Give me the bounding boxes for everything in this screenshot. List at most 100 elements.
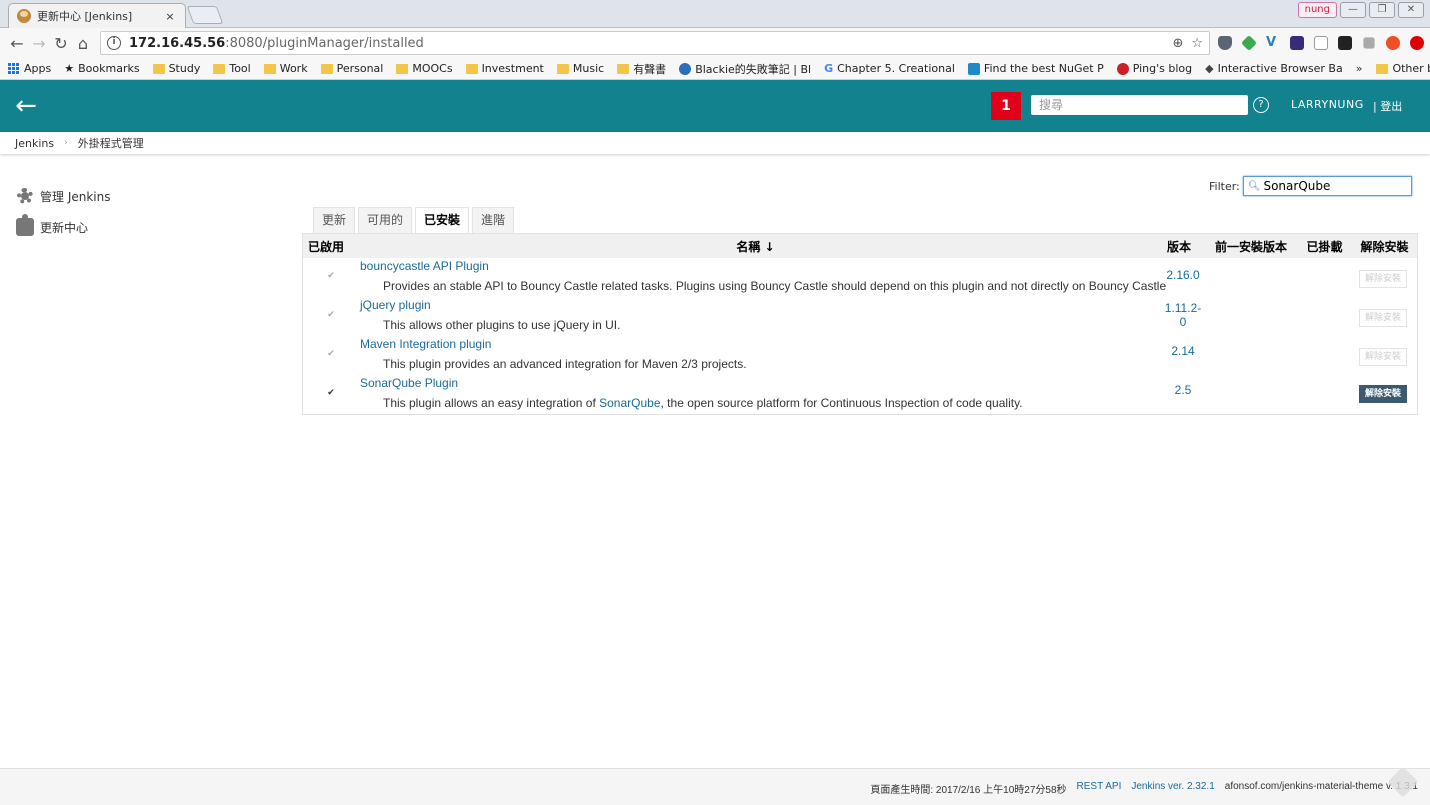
breadcrumb-plugin-manager[interactable]: 外掛程式管理 — [78, 135, 144, 151]
bookmark-label: Tool — [229, 62, 251, 75]
bookmark-label: Personal — [336, 62, 384, 75]
bookmark-other[interactable]: Other bookmarks — [1376, 62, 1430, 75]
header-pinned[interactable]: 已掛載 — [1297, 238, 1352, 255]
bookmark-folder-music[interactable]: Music — [556, 62, 604, 75]
folder-icon — [152, 63, 165, 74]
header-name[interactable]: 名稱 ↓ — [358, 238, 1153, 255]
restore-icon[interactable]: ❐ — [1369, 2, 1395, 18]
rest-api-link[interactable]: REST API — [1077, 781, 1122, 796]
bookmark-folder-investment[interactable]: Investment — [465, 62, 544, 75]
plugin-version-link[interactable]: 2.16.0 — [1158, 268, 1208, 282]
logout-link[interactable]: | 登出 — [1373, 98, 1402, 114]
sidebar-item-update-center[interactable]: 更新中心 — [16, 214, 88, 236]
plugin-version-link[interactable]: 2.5 — [1158, 383, 1208, 397]
help-icon[interactable]: ? — [1253, 97, 1269, 113]
user-link[interactable]: LARRYNUNG — [1291, 98, 1364, 111]
tab-title: 更新中心 [Jenkins] — [37, 10, 133, 23]
notification-badge[interactable]: 1 — [991, 92, 1021, 120]
enabled-checkbox: ✔ — [327, 310, 335, 320]
site-info-icon[interactable]: i — [107, 36, 121, 50]
bookmarks-overflow-button[interactable]: » — [1356, 62, 1363, 75]
folder-icon — [556, 63, 569, 74]
zoom-icon[interactable]: ⊕ — [1172, 36, 1183, 51]
browser-tab-active[interactable]: 更新中心 [Jenkins] × — [8, 3, 186, 28]
breadcrumb-jenkins[interactable]: Jenkins — [15, 137, 54, 150]
plugin-version-link[interactable]: 2.14 — [1158, 344, 1208, 358]
header-uninstall[interactable]: 解除安裝 — [1352, 238, 1417, 255]
search-icon: 🔍︎ — [1247, 180, 1261, 192]
filter-value: SonarQube — [1263, 179, 1331, 193]
plugin-description: Provides an stable API to Bouncy Castle … — [383, 279, 1167, 293]
tab-updates[interactable]: 更新 — [313, 207, 356, 233]
minimize-icon[interactable]: — — [1340, 2, 1366, 18]
table-row: ✔ Maven Integration plugin This plugin p… — [303, 336, 1417, 375]
reload-icon[interactable]: ↻ — [50, 34, 72, 53]
new-tab-button[interactable] — [186, 6, 224, 24]
grey-extension-icon[interactable] — [1363, 37, 1375, 49]
extensions: V — [1218, 35, 1424, 51]
folder-icon — [213, 63, 226, 74]
tab-advanced[interactable]: 進階 — [472, 207, 515, 233]
back-arrow-icon[interactable]: ← — [0, 91, 52, 121]
bookmark-blackie[interactable]: Blackie的失敗筆記 | Bl — [679, 61, 811, 77]
jenkins-version-link[interactable]: Jenkins ver. 2.32.1 — [1131, 781, 1214, 796]
filter-input[interactable]: 🔍︎ SonarQube — [1242, 176, 1412, 196]
uninstall-button[interactable]: 解除安裝 — [1359, 270, 1407, 288]
close-window-icon[interactable]: ✕ — [1398, 2, 1424, 18]
bookmark-label: Bookmarks — [78, 62, 140, 75]
pocket-extension-icon[interactable] — [1218, 36, 1232, 50]
orange-extension-icon[interactable] — [1386, 36, 1400, 50]
dark-extension-icon[interactable] — [1338, 36, 1352, 50]
close-tab-icon[interactable]: × — [163, 10, 177, 23]
opera-extension-icon[interactable] — [1410, 36, 1424, 50]
plugin-name-link[interactable]: bouncycastle API Plugin — [360, 259, 489, 273]
green-extension-icon[interactable] — [1241, 35, 1257, 51]
bookmark-bookmarks[interactable]: ★ Bookmarks — [64, 62, 139, 75]
jenkins-header: ← 1 搜尋 ? LARRYNUNG | 登出 — [0, 80, 1430, 132]
tab-available[interactable]: 可用的 — [358, 207, 413, 233]
header-enabled[interactable]: 已啟用 — [303, 238, 358, 255]
bookmark-folder-study[interactable]: Study — [152, 62, 200, 75]
forward-icon[interactable]: → — [28, 34, 50, 53]
plugin-version-link[interactable]: 1.11.2- 0 — [1158, 301, 1208, 329]
bookmark-interactive-browser[interactable]: ◆ Interactive Browser Ba — [1205, 62, 1343, 75]
plugin-name-link[interactable]: Maven Integration plugin — [360, 337, 491, 351]
tab-installed[interactable]: 已安裝 — [415, 207, 470, 233]
bookmark-nuget[interactable]: Find the best NuGet P — [967, 62, 1104, 75]
bookmark-folder-audiobooks[interactable]: 有聲書 — [617, 61, 666, 77]
plugin-description: This allows other plugins to use jQuery … — [383, 318, 621, 332]
bookmark-star-icon[interactable]: ☆ — [1191, 36, 1203, 51]
bookmark-pings-blog[interactable]: Ping's blog — [1116, 62, 1192, 75]
profile-button[interactable]: nung — [1297, 2, 1337, 18]
uninstall-button[interactable]: 解除安裝 — [1359, 385, 1407, 403]
bookmark-folder-personal[interactable]: Personal — [320, 62, 384, 75]
home-icon[interactable]: ⌂ — [72, 34, 94, 53]
star-icon: ★ — [64, 62, 75, 75]
plugin-name-link[interactable]: SonarQube Plugin — [360, 376, 458, 390]
gear-icon — [16, 187, 34, 205]
bookmark-apps[interactable]: Apps — [8, 62, 51, 75]
enabled-checkbox[interactable]: ✔ — [326, 388, 336, 398]
uninstall-button[interactable]: 解除安裝 — [1359, 348, 1407, 366]
bookmark-folder-moocs[interactable]: MOOCs — [396, 62, 453, 75]
purple-extension-icon[interactable] — [1290, 36, 1304, 50]
bookmark-folder-tool[interactable]: Tool — [213, 62, 251, 75]
bookmark-label: 有聲書 — [633, 62, 667, 76]
sidebar-item-manage-jenkins[interactable]: 管理 Jenkins — [16, 187, 110, 205]
header-previous-version[interactable]: 前一安裝版本 — [1205, 238, 1297, 255]
bookmark-folder-work[interactable]: Work — [263, 62, 308, 75]
folder-icon — [1376, 63, 1389, 74]
folder-icon — [465, 63, 478, 74]
vue-extension-icon[interactable]: V — [1266, 36, 1280, 50]
copy-extension-icon[interactable] — [1314, 36, 1328, 50]
sonarqube-link[interactable]: SonarQube — [599, 396, 660, 410]
back-icon[interactable]: ← — [6, 34, 28, 53]
sidebar-item-label: 管理 Jenkins — [40, 189, 111, 204]
bookmark-chapter5[interactable]: G Chapter 5. Creational — [824, 62, 955, 75]
plugin-name-link[interactable]: jQuery plugin — [360, 298, 431, 312]
header-version[interactable]: 版本 — [1153, 238, 1205, 255]
version-line: 0 — [1179, 315, 1187, 329]
address-bar[interactable]: i 172.16.45.56:8080/pluginManager/instal… — [100, 31, 1210, 55]
uninstall-button[interactable]: 解除安裝 — [1359, 309, 1407, 327]
search-input[interactable]: 搜尋 — [1031, 95, 1248, 115]
